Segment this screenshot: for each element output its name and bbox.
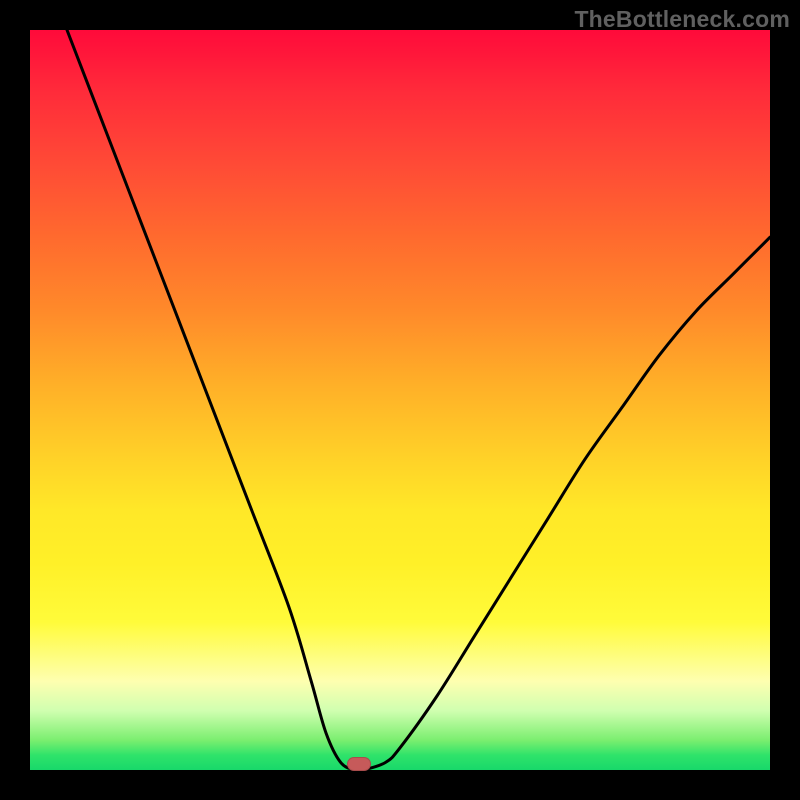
- chart-frame: TheBottleneck.com: [0, 0, 800, 800]
- watermark-text: TheBottleneck.com: [574, 6, 790, 33]
- plot-area: [30, 30, 770, 770]
- bottleneck-curve: [67, 30, 770, 770]
- curve-svg: [30, 30, 770, 770]
- optimal-marker: [347, 757, 371, 771]
